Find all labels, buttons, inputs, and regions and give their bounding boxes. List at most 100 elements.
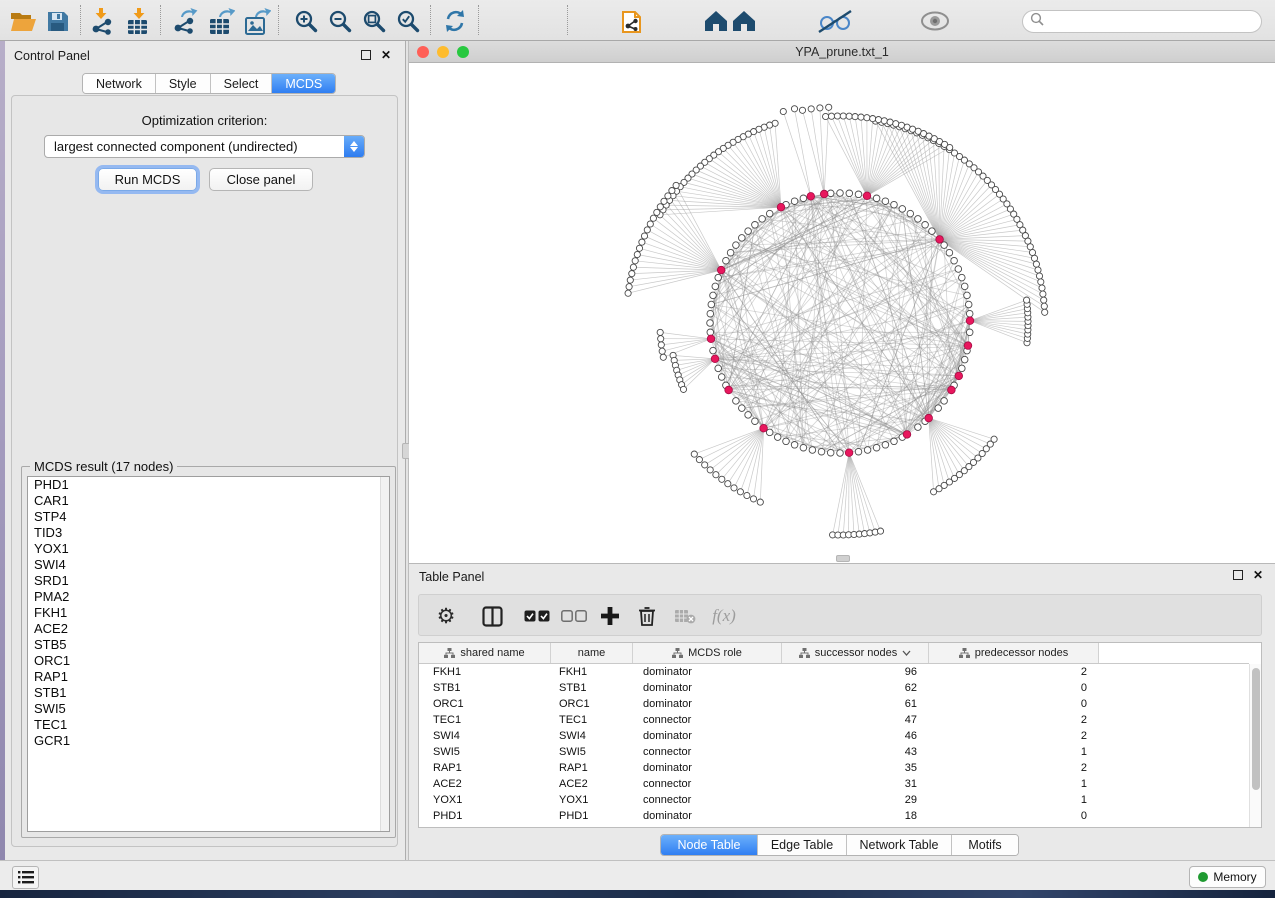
export-table-icon[interactable] <box>206 7 236 35</box>
hide-glasses-icon[interactable] <box>812 7 858 35</box>
mcds-result-item[interactable]: ACE2 <box>28 621 389 637</box>
close-panel-icon[interactable]: ✕ <box>1253 570 1263 580</box>
run-mcds-button[interactable]: Run MCDS <box>98 168 197 191</box>
function-builder-icon-disabled: f(x) <box>707 602 741 630</box>
column-successor-nodes[interactable]: successor nodes <box>782 643 929 663</box>
float-panel-icon[interactable] <box>1233 570 1243 580</box>
table-cell: 2 <box>929 666 1099 678</box>
tab-mcds[interactable]: MCDS <box>272 74 335 93</box>
mcds-result-item[interactable]: RAP1 <box>28 669 389 685</box>
tab-node-table[interactable]: Node Table <box>661 835 758 855</box>
eye-icon[interactable] <box>912 7 958 35</box>
table-cell: dominator <box>633 682 782 694</box>
import-network-icon[interactable] <box>88 7 118 35</box>
table-row[interactable]: PHD1PHD1dominator180 <box>419 808 1249 824</box>
horizontal-splitter-handle[interactable] <box>836 555 850 562</box>
zoom-in-icon[interactable] <box>291 7 321 35</box>
columns-icon[interactable] <box>479 602 505 630</box>
table-cell: SWI4 <box>551 730 633 742</box>
mcds-result-item[interactable]: CAR1 <box>28 493 389 509</box>
tab-edge-table[interactable]: Edge Table <box>758 835 847 855</box>
search-input[interactable] <box>1022 10 1262 33</box>
table-row[interactable]: ORC1ORC1dominator610 <box>419 696 1249 712</box>
table-cell: 96 <box>782 666 929 678</box>
table-row[interactable]: TEC1TEC1connector472 <box>419 712 1249 728</box>
network-canvas[interactable] <box>409 63 1275 563</box>
log-console-button[interactable] <box>12 866 39 889</box>
mcds-list-scrollbar[interactable] <box>380 477 389 831</box>
control-panel-tabs: Network Style Select MCDS <box>82 73 336 94</box>
refresh-icon[interactable] <box>440 7 470 35</box>
mcds-result-item[interactable]: PMA2 <box>28 589 389 605</box>
table-cell: dominator <box>633 666 782 678</box>
import-table-icon[interactable] <box>124 7 154 35</box>
export-network-icon[interactable] <box>170 7 200 35</box>
table-row[interactable]: YOX1YOX1connector291 <box>419 792 1249 808</box>
table-row[interactable]: FKH1FKH1dominator962 <box>419 664 1249 680</box>
column-predecessor-nodes[interactable]: predecessor nodes <box>929 643 1099 663</box>
tab-select[interactable]: Select <box>211 74 273 93</box>
tab-style[interactable]: Style <box>156 74 211 93</box>
mcds-result-item[interactable]: FKH1 <box>28 605 389 621</box>
mcds-result-item[interactable]: STB5 <box>28 637 389 653</box>
sort-chevron-icon <box>902 650 911 656</box>
zoom-out-icon[interactable] <box>325 7 355 35</box>
table-row[interactable]: SWI5SWI5connector431 <box>419 744 1249 760</box>
mcds-result-list[interactable]: PHD1CAR1STP4TID3YOX1SWI4SRD1PMA2FKH1ACE2… <box>27 476 390 832</box>
table-row[interactable]: SWI4SWI4dominator462 <box>419 728 1249 744</box>
desktop-wallpaper-edge <box>0 41 5 860</box>
delete-icon[interactable] <box>634 602 660 630</box>
deselect-all-icon[interactable] <box>559 602 589 630</box>
column-name[interactable]: name <box>551 643 633 663</box>
float-panel-icon[interactable] <box>361 50 371 60</box>
optimization-criterion-value: largest connected component (undirected) <box>45 139 344 154</box>
network-graph[interactable] <box>409 63 1275 563</box>
table-row[interactable]: ACE2ACE2connector311 <box>419 776 1249 792</box>
mcds-result-item[interactable]: GCR1 <box>28 733 389 749</box>
table-scrollbar[interactable] <box>1249 664 1261 827</box>
table-cell: YOX1 <box>419 794 551 806</box>
tree-icon <box>444 648 455 658</box>
table-cell: YOX1 <box>551 794 633 806</box>
samples-houses-icon[interactable] <box>700 7 764 35</box>
mcds-result-item[interactable]: SWI4 <box>28 557 389 573</box>
mcds-result-item[interactable]: SWI5 <box>28 701 389 717</box>
close-panel-button[interactable]: Close panel <box>209 168 313 191</box>
table-scrollbar-thumb[interactable] <box>1252 668 1260 790</box>
mcds-result-item[interactable]: TID3 <box>28 525 389 541</box>
table-row[interactable]: RAP1RAP1dominator352 <box>419 760 1249 776</box>
close-panel-icon[interactable]: ✕ <box>381 50 391 60</box>
table-cell: 0 <box>929 810 1099 822</box>
settings-gear-icon[interactable]: ⚙ <box>433 602 459 630</box>
select-all-icon[interactable] <box>522 602 552 630</box>
zoom-fit-icon[interactable] <box>359 7 389 35</box>
column-shared-name[interactable]: shared name <box>419 643 551 663</box>
table-toolbar: ⚙ f(x) <box>418 594 1262 636</box>
zoom-selected-icon[interactable] <box>393 7 423 35</box>
toolbar-separator <box>478 5 479 35</box>
network-window: YPA_prune.txt_1 <box>409 41 1275 563</box>
mcds-result-item[interactable]: STB1 <box>28 685 389 701</box>
mcds-result-item[interactable]: STP4 <box>28 509 389 525</box>
mcds-result-item[interactable]: PHD1 <box>28 477 389 493</box>
table-row[interactable]: STB1STB1dominator620 <box>419 680 1249 696</box>
optimization-criterion-select[interactable]: largest connected component (undirected) <box>44 135 365 158</box>
column-mcds-role[interactable]: MCDS role <box>633 643 782 663</box>
share-document-icon[interactable] <box>614 7 654 35</box>
save-session-icon[interactable] <box>42 7 72 35</box>
tab-motifs[interactable]: Motifs <box>952 835 1018 855</box>
add-icon[interactable] <box>597 602 623 630</box>
memory-label: Memory <box>1213 870 1256 884</box>
mcds-result-item[interactable]: ORC1 <box>28 653 389 669</box>
tab-network[interactable]: Network <box>83 74 156 93</box>
mcds-result-item[interactable]: SRD1 <box>28 573 389 589</box>
toolbar-separator <box>80 5 81 35</box>
mcds-result-item[interactable]: TEC1 <box>28 717 389 733</box>
memory-button[interactable]: Memory <box>1189 866 1266 888</box>
mcds-result-item[interactable]: YOX1 <box>28 541 389 557</box>
table-cell: 46 <box>782 730 929 742</box>
open-session-icon[interactable] <box>8 7 38 35</box>
export-image-icon[interactable] <box>242 7 272 35</box>
tab-network-table[interactable]: Network Table <box>847 835 952 855</box>
table-cell: 2 <box>929 730 1099 742</box>
